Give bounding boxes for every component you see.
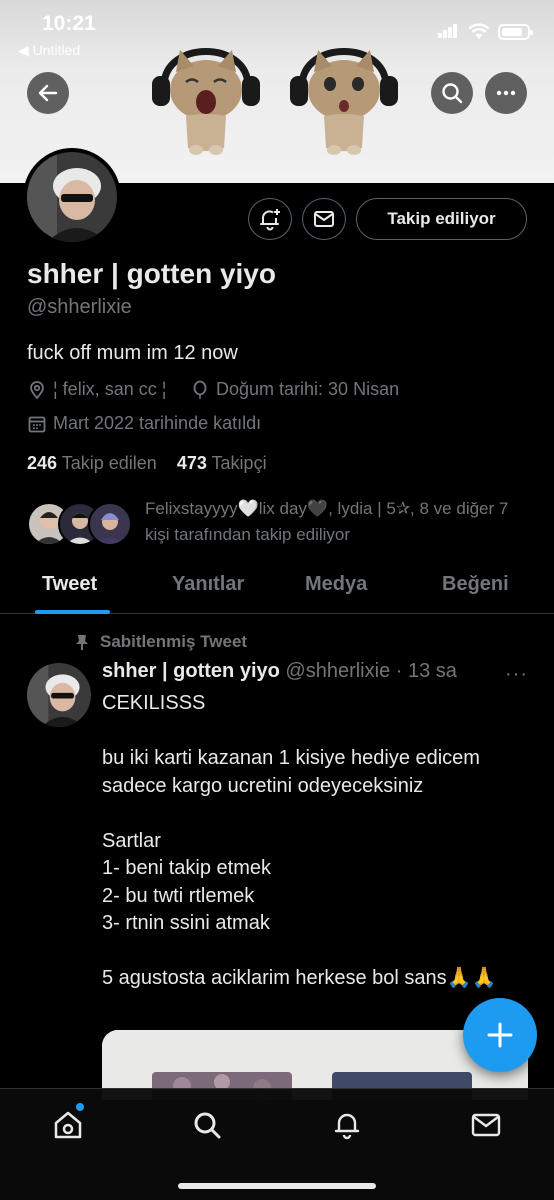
profile-bio: fuck off mum im 12 now [27, 342, 238, 364]
calendar-icon [28, 416, 46, 432]
location-text: ¦ felix, san cc ¦ [53, 379, 167, 399]
search-profile-button[interactable] [431, 72, 473, 114]
profile-display-name: shher | gotten yiyo [27, 258, 276, 289]
bell-icon [334, 1113, 360, 1140]
back-to-app-link[interactable]: ◀ Untitled [18, 42, 80, 59]
compose-tweet-button[interactable] [463, 998, 537, 1072]
nav-messages[interactable] [466, 1105, 506, 1145]
followers-count: 473 [176, 453, 207, 473]
following-button[interactable]: Takip ediliyor [356, 198, 527, 240]
tweet-author-avatar[interactable] [27, 663, 91, 727]
tweet-header: shher | gotten yiyo @shherlixie · 13 sa [102, 660, 457, 683]
profile-joined: Mart 2022 tarihinde katıldı [27, 413, 261, 434]
mutual-follower-avatar[interactable] [88, 502, 132, 546]
pin-icon [76, 635, 88, 650]
bottom-navigation [0, 1088, 554, 1200]
notification-bell-plus-icon [260, 209, 280, 231]
more-options-button[interactable] [485, 72, 527, 114]
nav-search[interactable] [187, 1105, 227, 1145]
mail-icon [471, 1113, 501, 1137]
signal-icon [438, 24, 458, 38]
location-pin-icon [30, 380, 44, 399]
tweet-text: CEKILISSS bu iki karti kazanan 1 kisiye … [102, 692, 497, 989]
status-time: 10:21 [42, 12, 96, 35]
mutual-follower-photo [96, 513, 124, 544]
profile-avatar[interactable] [23, 148, 121, 246]
birthday-text: Doğum tarihi: 30 Nisan [216, 379, 400, 399]
nav-notifications[interactable] [327, 1105, 367, 1145]
tweet-more-button[interactable]: ··· [505, 663, 528, 686]
wifi-icon [468, 23, 490, 39]
mail-icon [314, 211, 334, 227]
active-tab-indicator [35, 610, 110, 614]
following-count: 246 [27, 453, 58, 473]
follow-stats: 246 Takip edilen 473 Takipçi [27, 453, 267, 474]
avatar-photo [27, 152, 117, 242]
tab-media[interactable]: Medya [305, 573, 367, 596]
home-icon [54, 1111, 82, 1139]
home-indicator-bar [178, 1183, 376, 1189]
search-icon [194, 1112, 221, 1139]
profile-birthday: Doğum tarihi: 30 Nisan [190, 379, 399, 400]
profile-location: ¦ felix, san cc ¦ [27, 379, 166, 400]
pinned-tweet-label: Sabitlenmiş Tweet [74, 632, 247, 652]
joined-text: Mart 2022 tarihinde katıldı [53, 413, 262, 433]
followers-link[interactable]: 473 Takipçi [177, 453, 267, 473]
tab-replies[interactable]: Yanıtlar [172, 573, 244, 596]
message-button[interactable] [302, 198, 346, 240]
pinned-label-text: Sabitlenmiş Tweet [100, 632, 248, 651]
search-icon [442, 83, 463, 104]
battery-icon [498, 24, 533, 40]
followed-by-text[interactable]: Felixstayyyy🤍lix day🖤, lydia | 5✰, 8 ve … [145, 496, 525, 548]
profile-tabs: Tweet Yanıtlar Medya Beğeni [0, 562, 554, 614]
tab-likes[interactable]: Beğeni [442, 573, 509, 596]
tweet-author-handle: @shherlixie · 13 sa [285, 660, 457, 682]
notifications-subscribe-button[interactable] [248, 198, 292, 240]
plus-icon [487, 1022, 513, 1048]
following-link[interactable]: 246 Takip edilen [27, 453, 157, 473]
back-button[interactable] [27, 72, 69, 114]
balloon-icon [193, 380, 207, 399]
status-bar: 10:21 ◀ Untitled [0, 0, 554, 60]
more-icon [496, 90, 516, 96]
tweet-avatar-photo [27, 663, 91, 727]
tweet-author-name[interactable]: shher | gotten yiyo [102, 660, 280, 682]
followers-label: Takipçi [211, 453, 267, 473]
new-tweets-indicator [76, 1103, 84, 1111]
back-arrow-icon [38, 84, 58, 102]
nav-home[interactable] [48, 1105, 88, 1145]
tab-tweet[interactable]: Tweet [42, 573, 97, 596]
profile-handle: @shherlixie [27, 296, 132, 318]
following-label: Takip edilen [61, 453, 157, 473]
